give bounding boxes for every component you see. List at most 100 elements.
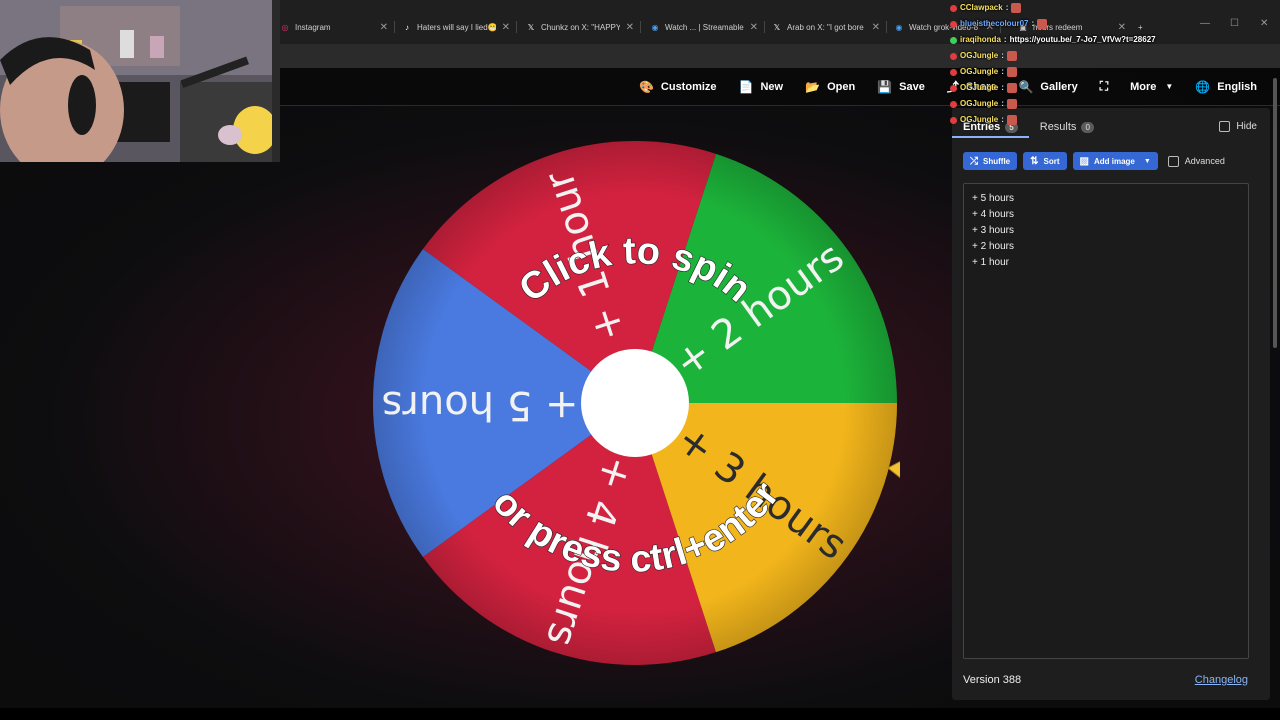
new-button[interactable]: 📄 New: [728, 68, 795, 106]
chat-emote-icon: [1006, 115, 1017, 125]
chat-username: OGJungle: [960, 67, 999, 76]
wheel-segment-label: + 5 hours: [382, 382, 579, 428]
chat-message: OGJungle:: [950, 80, 1190, 96]
browser-tab[interactable]: ◉ Watch ... | Streamable ✕: [650, 16, 759, 38]
hide-toggle[interactable]: Hide: [1219, 121, 1257, 132]
hide-checkbox[interactable]: [1219, 121, 1231, 132]
chat-badge-icon: [950, 84, 957, 92]
chat-message: iraqihonda: https://youtu.be/_7-Jo7_VfVw?…: [950, 32, 1190, 48]
chat-badge-icon: [950, 4, 957, 12]
bottom-edge: [0, 708, 1280, 720]
chat-emote-icon: [1037, 19, 1048, 29]
chat-separator: :: [1001, 115, 1004, 124]
streamable-icon: ◉: [651, 22, 659, 32]
maximize-window-icon[interactable]: ☐: [1230, 18, 1239, 29]
customize-label: Customize: [660, 80, 717, 93]
entry-line[interactable]: + 3 hours: [972, 223, 1240, 239]
close-window-icon[interactable]: ✕: [1260, 18, 1268, 29]
shuffle-icon: ⤮: [970, 155, 978, 167]
save-button[interactable]: 💾 Save: [866, 68, 936, 106]
wheel-center-hub[interactable]: [581, 349, 689, 457]
close-tab-icon[interactable]: ✕: [750, 22, 758, 33]
version-label: Version 388: [963, 674, 1022, 686]
open-button[interactable]: 📂 Open: [794, 68, 866, 106]
entries-textarea[interactable]: + 5 hours + 4 hours + 3 hours + 2 hours + 1 …: [963, 183, 1249, 659]
customize-button[interactable]: 🎨 Customize: [628, 68, 728, 106]
chat-emote-icon: [1011, 3, 1022, 13]
chat-separator: :: [1031, 19, 1035, 28]
page-scrollbar[interactable]: [1272, 70, 1278, 710]
tab-separator: [886, 21, 887, 33]
scrollbar-thumb[interactable]: [1273, 78, 1277, 348]
globe-icon: 🌐: [1195, 79, 1211, 94]
minimize-window-icon[interactable]: —: [1200, 18, 1210, 29]
tab-separator: [640, 21, 641, 33]
streamable-icon: ◉: [895, 22, 903, 32]
chat-username: OGJungle: [960, 115, 999, 124]
wheel-graphic[interactable]: + 5 hours+ 4 hours + 3 hours+ 2 hours+ 1 …: [370, 138, 923, 668]
shuffle-button[interactable]: ⤮ Shuffle: [963, 152, 1018, 170]
browser-tab-title: Instagram: [295, 22, 331, 32]
chat-separator: :: [1005, 3, 1009, 12]
chat-badge-icon: [950, 20, 957, 28]
entry-line[interactable]: + 2 hours: [972, 239, 1240, 255]
chat-emote-icon: [1006, 83, 1017, 93]
changelog-link[interactable]: Changelog: [1195, 674, 1248, 686]
close-tab-icon[interactable]: ✕: [872, 22, 880, 33]
chat-text: https://youtu.be/_7-Jo7_VfVw?t=28627: [1009, 35, 1156, 44]
folder-icon: 📂: [805, 79, 821, 94]
language-button[interactable]: 🌐 English: [1184, 68, 1268, 106]
tab-separator: [764, 21, 765, 33]
spin-wheel[interactable]: + 5 hours + 4 hours + 3 hours + 2 hours + 1 …: [370, 138, 923, 668]
browser-tab[interactable]: ◎ Instagram ✕: [280, 16, 389, 38]
chat-username: blueisthecolour07: [960, 19, 1029, 28]
save-label: Save: [899, 80, 925, 93]
entries-toolbar: ⤮ Shuffle ⇅ Sort ▨ Add image ▼ Advanced: [963, 152, 1225, 170]
wheel-of-names-page: 🎨Customize📄New📂Open💾Save⤴Share🔍Gallery⛶M…: [0, 68, 1280, 708]
add-image-button[interactable]: ▨ Add image ▼: [1072, 152, 1158, 170]
chat-emote-icon: [1006, 67, 1017, 77]
sort-label: Sort: [1043, 156, 1060, 166]
chat-message: blueisthecolour07:: [950, 16, 1190, 32]
browser-tab[interactable]: 𝕏 Arab on X: "I got bore ✕: [772, 16, 880, 38]
image-icon: ▨: [1079, 155, 1089, 167]
advanced-toggle[interactable]: Advanced: [1167, 155, 1225, 167]
chat-separator: :: [1001, 83, 1004, 92]
webcam-overlay: [0, 0, 280, 162]
chat-badge-icon: [950, 100, 957, 108]
chat-message: OGJungle:: [950, 96, 1190, 112]
chat-separator: :: [1003, 35, 1007, 44]
browser-tab[interactable]: ♪ Haters will say I lied😬 ✕: [402, 16, 510, 38]
language-label: English: [1217, 80, 1257, 93]
chat-separator: :: [1001, 67, 1004, 76]
chat-badge-icon: [950, 68, 957, 76]
chat-message: CClawpack:: [950, 0, 1190, 16]
chat-username: OGJungle: [960, 83, 999, 92]
chat-username: OGJungle: [960, 99, 999, 108]
entry-line[interactable]: + 4 hours: [972, 207, 1240, 223]
browser-tab-title: Arab on X: "I got bore: [787, 22, 864, 32]
close-tab-icon[interactable]: ✕: [626, 22, 634, 33]
hide-label: Hide: [1236, 121, 1257, 132]
close-tab-icon[interactable]: ✕: [502, 22, 510, 33]
entry-line[interactable]: + 5 hours: [972, 191, 1240, 207]
chat-separator: :: [1001, 51, 1004, 60]
chat-username: CClawpack: [960, 3, 1003, 12]
advanced-label: Advanced: [1184, 156, 1225, 166]
advanced-checkbox[interactable]: [1167, 155, 1179, 167]
chat-separator: :: [1001, 99, 1004, 108]
chat-message: OGJungle:: [950, 64, 1190, 80]
tab-separator: [516, 21, 517, 33]
palette-icon: 🎨: [638, 79, 654, 94]
close-tab-icon[interactable]: ✕: [380, 22, 388, 33]
sort-button[interactable]: ⇅ Sort: [1023, 152, 1067, 170]
shuffle-label: Shuffle: [983, 156, 1011, 166]
entry-line[interactable]: + 1 hour: [972, 255, 1240, 271]
browser-tab-title: Watch ... | Streamable: [665, 22, 744, 32]
chat-emote-icon: [1006, 51, 1017, 61]
stream-chat-overlay: CClawpack: blueisthecolour07: iraqihonda: h…: [950, 0, 1190, 125]
sort-icon: ⇅: [1030, 155, 1039, 167]
chat-username: iraqihonda: [960, 35, 1001, 44]
chat-emote-icon: [1006, 99, 1017, 109]
browser-tab[interactable]: 𝕏 Chunkz on X: "HAPPY ✕: [526, 16, 634, 38]
